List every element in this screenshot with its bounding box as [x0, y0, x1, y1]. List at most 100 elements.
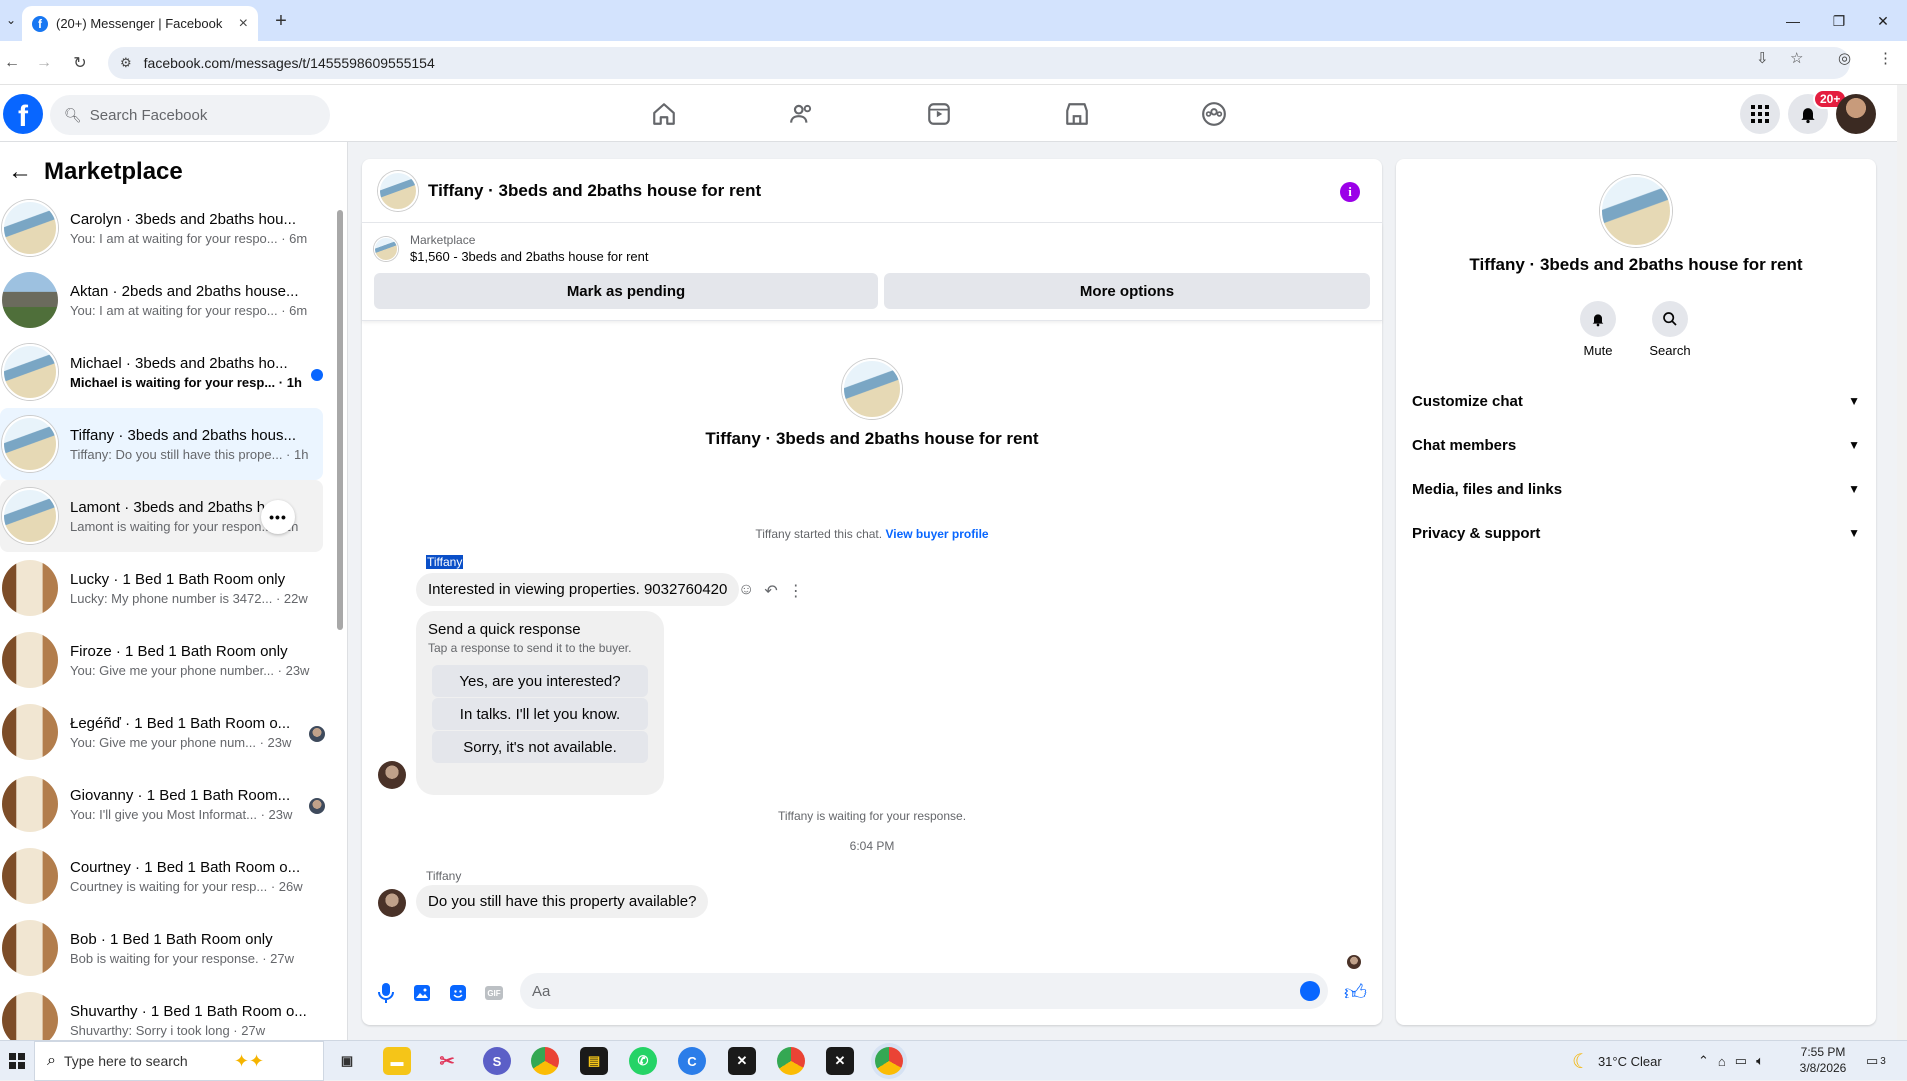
chrome-profile-icon[interactable]: [777, 1047, 805, 1075]
reply-icon[interactable]: ↶: [764, 581, 777, 601]
conversation-list-scrollbar[interactable]: [335, 192, 345, 1032]
browser-menu-icon[interactable]: ⋮: [1878, 49, 1893, 67]
more-options-button[interactable]: More options: [884, 273, 1370, 309]
chrome-active-icon[interactable]: [875, 1047, 903, 1075]
groups-icon[interactable]: [1197, 97, 1231, 131]
photo-icon[interactable]: [410, 981, 434, 1005]
bookmark-star-icon[interactable]: ☆: [1790, 49, 1803, 67]
sticky-notes-icon[interactable]: ▤: [580, 1047, 608, 1075]
react-emoji-icon[interactable]: ☺: [738, 581, 754, 601]
quick-response-not-available-button[interactable]: Sorry, it's not available.: [432, 731, 648, 763]
task-view-icon[interactable]: ▣: [333, 1047, 361, 1075]
close-tab-icon[interactable]: ×: [239, 15, 248, 33]
mark-as-pending-button[interactable]: Mark as pending: [374, 273, 878, 309]
listing-row[interactable]: Marketplace $1,560 - 3beds and 2baths ho…: [374, 233, 649, 264]
buyer-avatar[interactable]: [378, 761, 406, 789]
conversation-item[interactable]: Giovanny · 1 Bed 1 Bath Room... You: I'll…: [0, 768, 335, 840]
windows-start-icon[interactable]: [0, 1041, 34, 1081]
conversation-item[interactable]: Carolyn · 3beds and 2baths hou... You: I …: [0, 192, 335, 264]
conversation-name: Łegéñď · 1 Bed 1 Bath Room o...: [70, 714, 291, 732]
forward-button[interactable]: →: [32, 51, 56, 75]
conversation-item[interactable]: Michael · 3beds and 2baths ho... Michael …: [0, 336, 335, 408]
customize-chat-row[interactable]: Customize chat ▼: [1412, 379, 1860, 423]
install-app-icon[interactable]: ⇩: [1756, 49, 1769, 67]
bell-icon[interactable]: [1580, 301, 1616, 337]
url-omnibox[interactable]: ⚙ facebook.com/messages/t/14555986095551…: [108, 47, 1850, 79]
minimize-button[interactable]: —: [1770, 8, 1816, 34]
marketplace-icon[interactable]: [1060, 97, 1094, 131]
friends-icon[interactable]: [785, 97, 819, 131]
page-scrollbar[interactable]: [1897, 85, 1907, 1040]
search-icon[interactable]: [1652, 301, 1688, 337]
conversation-item[interactable]: Aktan · 2beds and 2baths house... You: I …: [0, 264, 335, 336]
snipping-tool-icon[interactable]: ✂: [433, 1047, 461, 1075]
conversation-options-button[interactable]: •••: [261, 500, 295, 534]
facebook-search[interactable]: 🔍︎: [50, 95, 330, 135]
conversation-item[interactable]: Lamont · 3beds and 2baths h... Lamont is …: [0, 480, 323, 552]
restore-button[interactable]: ❐: [1816, 8, 1862, 34]
home-icon[interactable]: [647, 97, 681, 131]
chrome-icon[interactable]: [531, 1047, 559, 1075]
usb-icon[interactable]: ⌂: [1718, 1054, 1726, 1069]
conversation-item[interactable]: Łegéñď · 1 Bed 1 Bath Room o... You: Give…: [0, 696, 335, 768]
conversation-item[interactable]: Tiffany · 3beds and 2baths hous... Tiffan…: [0, 408, 323, 480]
facebook-search-input[interactable]: [89, 106, 310, 124]
message-bubble[interactable]: Do you still have this property availabl…: [416, 885, 709, 918]
more-actions-icon[interactable]: ⋮: [788, 581, 804, 601]
conversation-item[interactable]: Lucky · 1 Bed 1 Bath Room only Lucky: My …: [0, 552, 335, 624]
conversation-item[interactable]: Bob · 1 Bed 1 Bath Room only Bob is waiti…: [0, 912, 335, 984]
new-tab-button[interactable]: +: [268, 8, 294, 34]
weather-widget[interactable]: ☾ 31°C Clear: [1572, 1041, 1662, 1081]
capcut-icon[interactable]: ✕: [826, 1047, 854, 1075]
mute-action[interactable]: Mute: [1568, 301, 1628, 358]
site-info-icon[interactable]: ⚙: [120, 55, 132, 71]
tab-search-dropdown[interactable]: ⌄: [0, 8, 22, 32]
app-icon[interactable]: C: [678, 1047, 706, 1075]
video-icon[interactable]: [922, 97, 956, 131]
file-explorer-icon[interactable]: ▬: [383, 1047, 411, 1075]
chat-avatar[interactable]: [378, 170, 418, 211]
back-arrow-icon[interactable]: ←: [8, 158, 32, 186]
microphone-icon[interactable]: [374, 981, 398, 1005]
buyer-avatar[interactable]: [378, 889, 406, 917]
taskbar-search[interactable]: ⌕ ✦✦: [34, 1041, 324, 1081]
details-avatar[interactable]: [1600, 175, 1672, 247]
reload-button[interactable]: ↻: [68, 51, 92, 75]
chevron-up-icon[interactable]: ⌃: [1698, 1053, 1709, 1069]
emoji-icon[interactable]: [1300, 981, 1320, 1001]
account-avatar[interactable]: [1836, 94, 1876, 134]
message-input[interactable]: [532, 982, 1272, 1000]
clock[interactable]: 7:55 PM 3/8/2026: [1788, 1044, 1858, 1076]
privacy-support-row[interactable]: Privacy & support ▼: [1412, 511, 1860, 555]
message-bubble[interactable]: Interested in viewing properties. 903276…: [416, 573, 740, 606]
back-button[interactable]: ←: [0, 51, 24, 75]
volume-icon[interactable]: 🔈︎: [1756, 1053, 1764, 1069]
url-text: facebook.com/messages/t/1455598609555154: [143, 55, 435, 71]
menu-grid-icon[interactable]: [1740, 94, 1780, 134]
conversation-item[interactable]: Courtney · 1 Bed 1 Bath Room o... Courtne…: [0, 840, 335, 912]
network-icon[interactable]: ▭: [1735, 1053, 1747, 1069]
like-thumb-icon[interactable]: 👍︎: [1344, 979, 1367, 1006]
chat-title[interactable]: Tiffany · 3beds and 2baths house for ren…: [428, 181, 761, 201]
facebook-logo[interactable]: f: [3, 94, 43, 134]
capcut-icon[interactable]: ✕: [728, 1047, 756, 1075]
sticker-icon[interactable]: [446, 981, 470, 1005]
quick-response-subtext: Tap a response to send it to the buyer.: [428, 641, 632, 655]
quick-response-yes-button[interactable]: Yes, are you interested?: [432, 665, 648, 697]
browser-tab[interactable]: f (20+) Messenger | Facebook ×: [22, 6, 258, 41]
search-action[interactable]: Search: [1640, 301, 1700, 358]
quick-response-in-talks-button[interactable]: In talks. I'll let you know.: [432, 698, 648, 730]
chat-members-row[interactable]: Chat members ▼: [1412, 423, 1860, 467]
close-window-button[interactable]: ✕: [1860, 8, 1906, 34]
conversation-text: Łegéñď · 1 Bed 1 Bath Room o... You: Give…: [70, 715, 335, 750]
media-files-links-row[interactable]: Media, files and links ▼: [1412, 467, 1860, 511]
whatsapp-icon[interactable]: ✆: [629, 1047, 657, 1075]
taskbar-search-input[interactable]: [63, 1053, 234, 1069]
notification-center-icon[interactable]: ▭ 3: [1866, 1041, 1886, 1081]
profile-icon[interactable]: ◎: [1838, 49, 1851, 67]
gif-icon[interactable]: GIF: [482, 981, 506, 1005]
app-icon[interactable]: S: [483, 1047, 511, 1075]
conversation-item[interactable]: Firoze · 1 Bed 1 Bath Room only You: Give…: [0, 624, 335, 696]
info-icon[interactable]: i: [1340, 182, 1360, 202]
view-buyer-profile-link[interactable]: View buyer profile: [885, 527, 988, 541]
